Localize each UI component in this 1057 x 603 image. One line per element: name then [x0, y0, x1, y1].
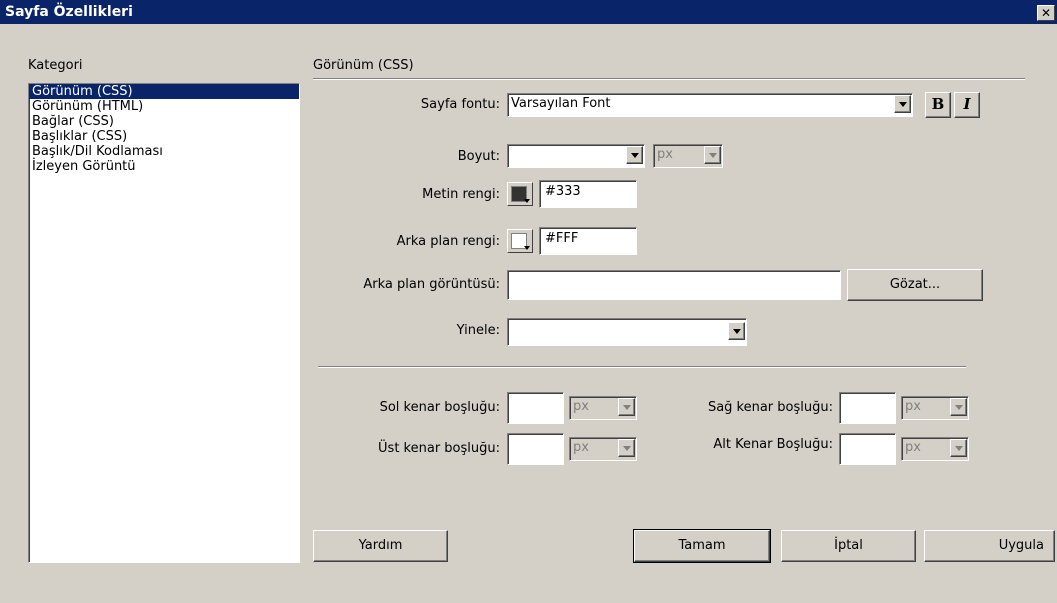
- bold-button[interactable]: B: [925, 92, 951, 118]
- chevron-down-icon: [955, 405, 963, 410]
- repeat-dropdown-button[interactable]: [728, 322, 745, 340]
- font-select[interactable]: Varsayılan Font: [507, 93, 913, 117]
- bottom-margin-unit-value: px: [905, 440, 921, 455]
- bold-icon: B: [931, 95, 945, 113]
- chevron-down-icon: [899, 102, 907, 107]
- left-margin-unit-dropdown: [618, 398, 635, 416]
- apply-button[interactable]: Uygula: [924, 530, 1055, 562]
- font-label: Sayfa fontu:: [420, 97, 500, 112]
- chevron-down-icon: [709, 153, 717, 158]
- category-item-headings-css[interactable]: Başlıklar (CSS): [29, 129, 299, 144]
- panel-heading: Görünüm (CSS): [313, 58, 414, 73]
- chevron-down-icon: [623, 446, 631, 451]
- category-item-appearance-css[interactable]: Görünüm (CSS): [29, 84, 299, 99]
- repeat-select[interactable]: [507, 318, 747, 346]
- window-title: Sayfa Özellikleri: [5, 4, 133, 20]
- font-dropdown-button[interactable]: [894, 95, 911, 113]
- left-margin-unit-value: px: [573, 399, 589, 414]
- help-button[interactable]: Yardım: [313, 530, 448, 562]
- text-color-label: Metin rengi:: [422, 187, 500, 202]
- chevron-down-icon: [631, 153, 639, 158]
- category-item-tracing-image[interactable]: İzleyen Görüntü: [29, 159, 299, 174]
- text-color-value: #333: [545, 184, 581, 199]
- left-margin-label: Sol kenar boşluğu:: [379, 400, 500, 415]
- right-margin-unit-dropdown: [950, 398, 967, 416]
- top-margin-unit-dropdown: [618, 439, 635, 457]
- bottom-margin-unit-select: px: [901, 437, 969, 461]
- size-unit-select: px: [653, 144, 723, 168]
- chevron-down-icon: [955, 446, 963, 451]
- title-bar: [0, 0, 1057, 24]
- text-color-input[interactable]: #333: [539, 180, 637, 208]
- text-color-picker[interactable]: [507, 182, 533, 206]
- ok-button[interactable]: Tamam: [633, 529, 771, 563]
- top-margin-input[interactable]: [507, 433, 564, 465]
- category-list[interactable]: Görünüm (CSS) Görünüm (HTML) Bağlar (CSS…: [28, 83, 300, 563]
- category-item-links-css[interactable]: Bağlar (CSS): [29, 114, 299, 129]
- chevron-down-icon: [733, 329, 741, 334]
- font-select-value: Varsayılan Font: [511, 96, 611, 111]
- left-margin-input[interactable]: [507, 392, 564, 424]
- italic-icon: I: [963, 95, 971, 113]
- bottom-margin-unit-dropdown: [950, 439, 967, 457]
- bg-color-input[interactable]: #FFF: [539, 227, 637, 255]
- browse-button[interactable]: Gözat...: [847, 269, 983, 301]
- close-icon: ✕: [1040, 6, 1052, 20]
- panel-heading-divider: [313, 78, 1025, 80]
- size-select[interactable]: [507, 144, 645, 168]
- right-margin-unit-select: px: [901, 396, 969, 420]
- chevron-down-icon: [623, 405, 631, 410]
- bg-image-label: Arka plan görüntüsü:: [363, 277, 500, 292]
- right-margin-input[interactable]: [839, 392, 896, 424]
- top-margin-label: Üst kenar boşluğu:: [378, 441, 500, 456]
- size-unit-value: px: [657, 147, 673, 162]
- size-dropdown-button[interactable]: [626, 146, 643, 164]
- italic-button[interactable]: I: [954, 92, 980, 118]
- left-margin-unit-select: px: [569, 396, 637, 420]
- bg-color-label: Arka plan rengi:: [396, 234, 500, 249]
- category-heading: Kategori: [28, 58, 83, 73]
- bg-color-picker[interactable]: [507, 229, 533, 253]
- bottom-margin-input[interactable]: [839, 433, 896, 465]
- right-margin-label: Sağ kenar boşluğu:: [707, 400, 833, 415]
- size-unit-dropdown-button: [704, 146, 721, 164]
- category-item-appearance-html[interactable]: Görünüm (HTML): [29, 99, 299, 114]
- repeat-label: Yinele:: [456, 323, 500, 338]
- category-item-title-encoding[interactable]: Başlık/Dil Kodlaması: [29, 144, 299, 159]
- bg-color-value: #FFF: [545, 231, 579, 246]
- right-margin-unit-value: px: [905, 399, 921, 414]
- size-label: Boyut:: [457, 149, 500, 164]
- section-divider: [318, 366, 966, 368]
- cancel-button[interactable]: İptal: [781, 530, 916, 562]
- bottom-margin-label: Alt Kenar Boşluğu:: [713, 437, 833, 452]
- top-margin-unit-value: px: [573, 440, 589, 455]
- close-button[interactable]: ✕: [1037, 5, 1055, 21]
- bg-image-input[interactable]: [507, 270, 841, 300]
- chevron-down-icon: [524, 199, 530, 203]
- chevron-down-icon: [524, 246, 530, 250]
- top-margin-unit-select: px: [569, 437, 637, 461]
